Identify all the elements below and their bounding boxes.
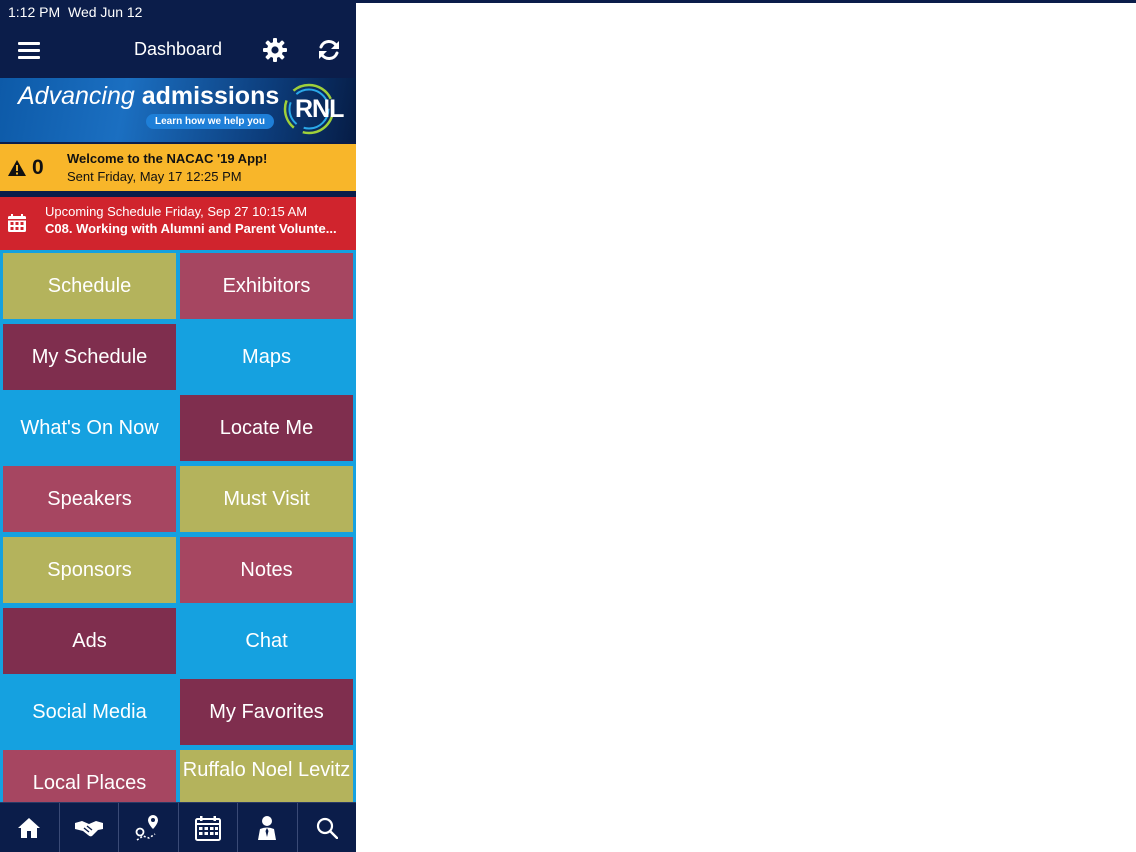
tile-speakers[interactable]: Speakers [3, 466, 176, 532]
tile-whats-on-now[interactable]: What's On Now [3, 395, 176, 461]
tile-must-visit[interactable]: Must Visit [180, 466, 353, 532]
upcoming-when: Upcoming Schedule Friday, Sep 27 10:15 A… [45, 204, 308, 219]
alert-notification[interactable]: 0 Welcome to the NACAC '19 App! Sent Fri… [0, 144, 356, 191]
tile-ruffalo-noel-levitz[interactable]: Ruffalo Noel Levitz [180, 750, 353, 802]
alert-title: Welcome to the NACAC '19 App! [67, 151, 268, 166]
banner-headline: Advancing admissions [18, 82, 279, 111]
tab-search[interactable] [298, 803, 357, 852]
rnl-logo: RNL [282, 82, 348, 136]
tab-calendar[interactable] [179, 803, 238, 852]
dashboard-title: Dashboard [133, 39, 223, 59]
tile-notes[interactable]: Notes [180, 537, 353, 603]
upcoming-session: C08. Working with Alumni and Parent Volu… [45, 221, 337, 236]
map-route-icon [135, 815, 159, 841]
tile-exhibitors[interactable]: Exhibitors [180, 253, 353, 319]
handshake-icon [74, 821, 103, 837]
warning-icon [8, 160, 26, 176]
status-bar: 1:12 PM Wed Jun 12 100% [0, 0, 1136, 852]
alert-count: 0 [32, 156, 44, 179]
search-icon [316, 817, 338, 839]
alert-subtitle: Sent Friday, May 17 12:25 PM [67, 169, 242, 184]
battery-icon [420, 423, 448, 435]
tile-maps[interactable]: Maps [180, 324, 353, 390]
tile-social-media[interactable]: Social Media [3, 679, 176, 745]
status-time: 1:12 PM [8, 4, 61, 20]
home-icon [18, 818, 41, 838]
tab-home[interactable] [0, 803, 60, 852]
status-right: 100% [356, 3, 1136, 852]
dashboard-header: Dashboard [0, 24, 356, 78]
tab-networking[interactable] [60, 803, 119, 852]
tile-ads[interactable]: Ads [3, 608, 176, 674]
wifi-icon [356, 423, 373, 435]
tile-schedule[interactable]: Schedule [3, 253, 176, 319]
tile-sponsors[interactable]: Sponsors [3, 537, 176, 603]
calendar-icon [194, 816, 221, 841]
dashboard-panel: Dashboard Advancing admissions Learn how… [0, 0, 356, 852]
status-date: Wed Jun 12 [68, 4, 143, 20]
feature-tiles: Schedule Exhibitors My Schedule Maps Wha… [0, 250, 356, 802]
rnl-logo-text: RNL [295, 95, 344, 123]
banner-headline-italic: Advancing [18, 82, 135, 110]
banner-headline-bold: admissions [141, 82, 280, 110]
tile-chat[interactable]: Chat [180, 608, 353, 674]
tile-my-favorites[interactable]: My Favorites [180, 679, 353, 745]
banner-tagline: Learn how we help you [146, 114, 275, 129]
tile-my-schedule[interactable]: My Schedule [3, 324, 176, 390]
tab-speakers[interactable] [238, 803, 298, 852]
battery-percent: 100% [379, 421, 415, 437]
speaker-icon [258, 816, 277, 840]
menu-icon[interactable] [18, 42, 40, 59]
tile-locate-me[interactable]: Locate Me [180, 395, 353, 461]
tab-map-route[interactable] [119, 803, 179, 852]
gear-icon[interactable] [262, 37, 288, 63]
tab-bar [0, 802, 356, 852]
upcoming-schedule[interactable]: Upcoming Schedule Friday, Sep 27 10:15 A… [0, 197, 356, 250]
sponsor-banner[interactable]: Advancing admissions Learn how we help y… [0, 78, 356, 142]
calendar-icon [8, 214, 26, 232]
tile-local-places[interactable]: Local Places [3, 750, 176, 802]
refresh-icon[interactable] [316, 37, 342, 63]
